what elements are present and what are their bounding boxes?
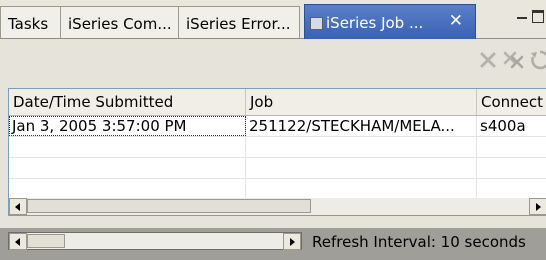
column-header-job[interactable]: Job — [246, 89, 477, 115]
view-toolbar — [0, 39, 546, 83]
cell-job: 251122/STECKHAM/MELA... — [246, 116, 477, 136]
table-row[interactable]: Jan 3, 2005 3:57:00 PM 251122/STECKHAM/M… — [9, 116, 546, 137]
remove-icon[interactable] — [476, 48, 500, 72]
table-header: Date/Time Submitted Job Connect — [9, 89, 546, 116]
tab-label: iSeries Job ... — [326, 14, 424, 32]
table-row[interactable] — [9, 179, 546, 199]
tab-label: Tasks — [8, 15, 49, 33]
window-controls — [515, 4, 546, 34]
table-row[interactable] — [9, 137, 546, 158]
scroll-right-button[interactable] — [529, 198, 546, 215]
tab-label: iSeries Com... — [68, 15, 172, 33]
tab-iseries-job-status[interactable]: iSeries Job ... ✕ — [304, 4, 476, 39]
tab-iseries-commands[interactable]: iSeries Com... — [60, 6, 179, 38]
job-view-icon — [310, 17, 323, 30]
minimize-icon[interactable] — [517, 17, 527, 19]
view-tab-bar: Tasks iSeries Com... iSeries Error... iS… — [0, 0, 546, 39]
scrollbar-thumb[interactable] — [27, 199, 311, 213]
refresh-icon[interactable] — [528, 48, 546, 72]
column-header-date-time[interactable]: Date/Time Submitted — [9, 89, 246, 115]
arrow-right-icon — [290, 238, 295, 246]
arrow-right-icon — [536, 203, 541, 211]
cell-connection: s400a — [480, 117, 526, 135]
remove-all-icon[interactable] — [502, 48, 526, 72]
status-scrollbar[interactable] — [8, 232, 302, 250]
status-bar: Refresh Interval: 10 seconds — [0, 228, 546, 260]
scrollbar-thumb[interactable] — [27, 234, 65, 248]
arrow-left-icon — [15, 238, 20, 246]
scroll-right-button[interactable] — [283, 233, 301, 250]
scroll-left-button[interactable] — [9, 233, 27, 250]
close-icon[interactable]: ✕ — [449, 11, 463, 31]
tab-label: iSeries Error... — [186, 15, 291, 33]
table-horizontal-scrollbar[interactable] — [8, 198, 546, 216]
refresh-interval-status: Refresh Interval: 10 seconds — [312, 233, 526, 251]
scroll-left-button[interactable] — [9, 198, 27, 215]
arrow-left-icon — [15, 203, 20, 211]
tab-iseries-error-list[interactable]: iSeries Error... — [178, 6, 300, 38]
column-header-connection[interactable]: Connect — [477, 89, 546, 115]
job-status-table: Date/Time Submitted Job Connect Jan 3, 2… — [8, 88, 546, 200]
maximize-icon[interactable] — [532, 10, 544, 23]
tab-tasks[interactable]: Tasks — [0, 6, 61, 38]
cell-date-time: Jan 3, 2005 3:57:00 PM — [9, 116, 246, 136]
table-row[interactable] — [9, 158, 546, 179]
